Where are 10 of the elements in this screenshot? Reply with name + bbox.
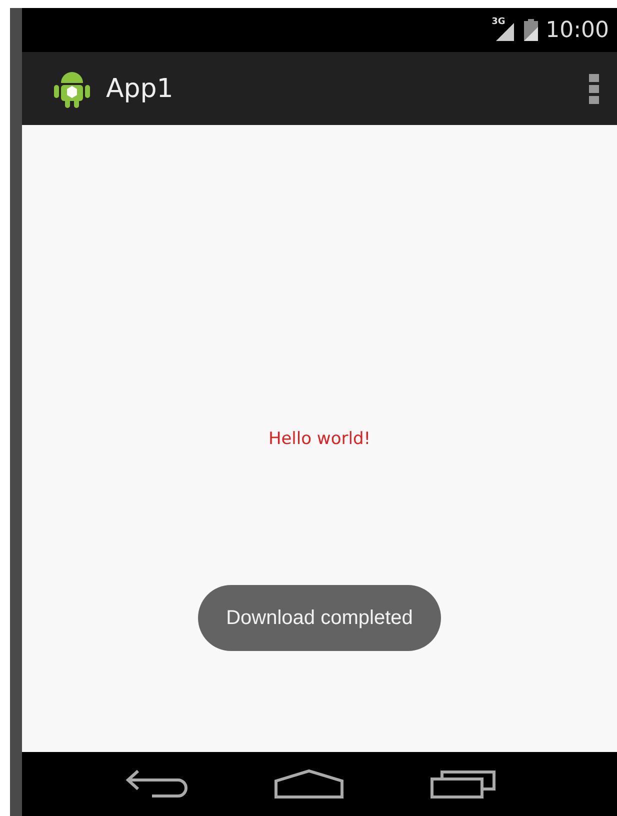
toast-message: Download completed — [198, 585, 441, 651]
battery-icon — [524, 19, 538, 41]
back-icon[interactable] — [124, 769, 188, 799]
app-title: App1 — [106, 74, 174, 104]
overflow-menu-icon[interactable] — [589, 74, 599, 104]
hello-text: Hello world! — [268, 429, 371, 449]
clock-time: 10:00 — [546, 18, 609, 42]
recent-apps-icon[interactable] — [430, 769, 496, 799]
home-icon[interactable] — [274, 769, 344, 799]
network-type: 3G — [492, 17, 506, 27]
